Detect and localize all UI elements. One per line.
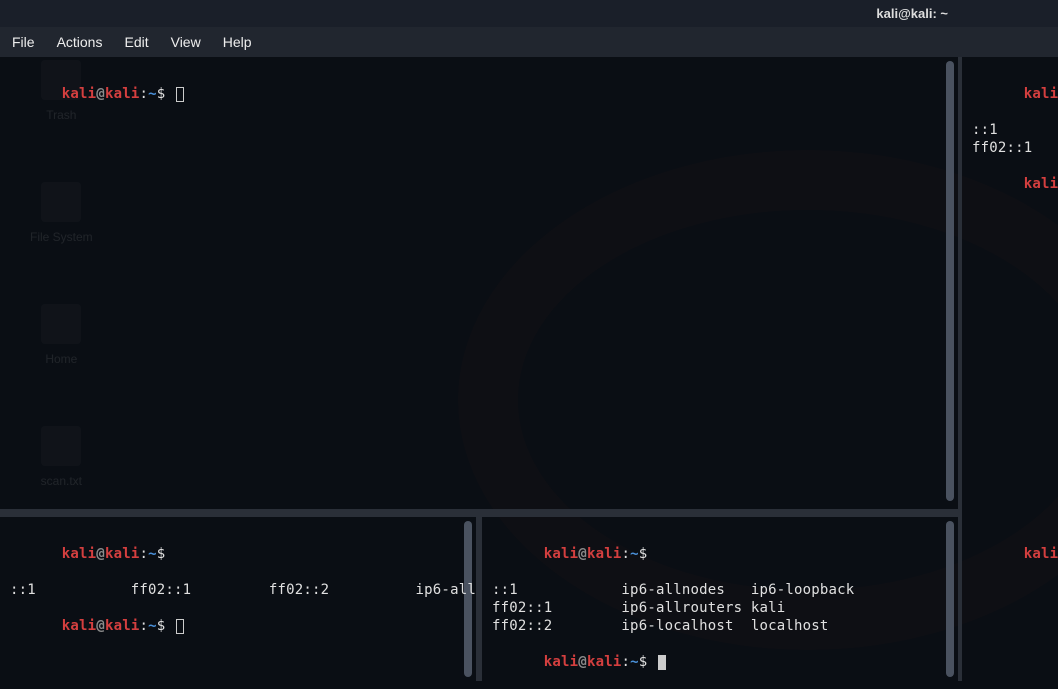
terminal-pane-bottom-left[interactable]: kali@kali:~$ ::1 ff02::1 ff02::2 ip6-all… bbox=[0, 517, 476, 681]
prompt-line: kali@kali:~ bbox=[972, 527, 1048, 581]
window-titlebar: kali@kali: ~ bbox=[0, 0, 1058, 27]
terminal-pane-top-left[interactable]: kali@kali:~$ bbox=[0, 57, 958, 509]
output-line: ff02::1 bbox=[972, 139, 1048, 157]
menubar: File Actions Edit View Help bbox=[0, 27, 1058, 57]
output-line: ff02::2 ip6-localhost localhost bbox=[492, 617, 948, 635]
prompt-line: kali@kali:~$ bbox=[10, 67, 948, 121]
prompt-line: kali@kali:~$ bbox=[492, 527, 948, 581]
prompt-line: kali@kali:~$ bbox=[10, 527, 466, 581]
output-line: ff02::1 ip6-allrouters kali bbox=[492, 599, 948, 617]
menu-help[interactable]: Help bbox=[223, 34, 252, 50]
pane-splitter-horizontal[interactable] bbox=[0, 509, 958, 517]
prompt-path: ~ bbox=[148, 86, 157, 102]
window-title: kali@kali: ~ bbox=[876, 6, 948, 21]
prompt-line: kali@kali:~$ bbox=[10, 599, 466, 653]
prompt-dollar: $ bbox=[157, 86, 166, 102]
prompt-colon: : bbox=[139, 86, 148, 102]
menu-file[interactable]: File bbox=[12, 34, 35, 50]
cursor bbox=[176, 87, 184, 102]
prompt-user: kali bbox=[62, 86, 97, 102]
prompt-host: kali bbox=[105, 86, 140, 102]
output-line: ::1 bbox=[972, 121, 1048, 139]
prompt-line: kali@kali:~ bbox=[972, 157, 1048, 211]
output-line: ::1 ip6-allnodes ip6-loopback bbox=[492, 581, 948, 599]
cursor bbox=[658, 655, 666, 670]
menu-actions[interactable]: Actions bbox=[57, 34, 103, 50]
cursor bbox=[176, 619, 184, 634]
prompt-line: kali@kali:~ bbox=[972, 67, 1048, 121]
terminal-pane-bottom-right[interactable]: kali@kali:~ bbox=[962, 517, 1058, 681]
menu-view[interactable]: View bbox=[171, 34, 201, 50]
output-line: ::1 ff02::1 ff02::2 ip6-all bbox=[10, 581, 466, 599]
menu-edit[interactable]: Edit bbox=[124, 34, 148, 50]
prompt-at: @ bbox=[96, 86, 105, 102]
terminal-pane-bottom-middle[interactable]: kali@kali:~$ ::1 ip6-allnodes ip6-loopba… bbox=[482, 517, 958, 681]
terminal-pane-top-right[interactable]: kali@kali:~ ::1 ff02::1 kali@kali:~ bbox=[962, 57, 1058, 509]
